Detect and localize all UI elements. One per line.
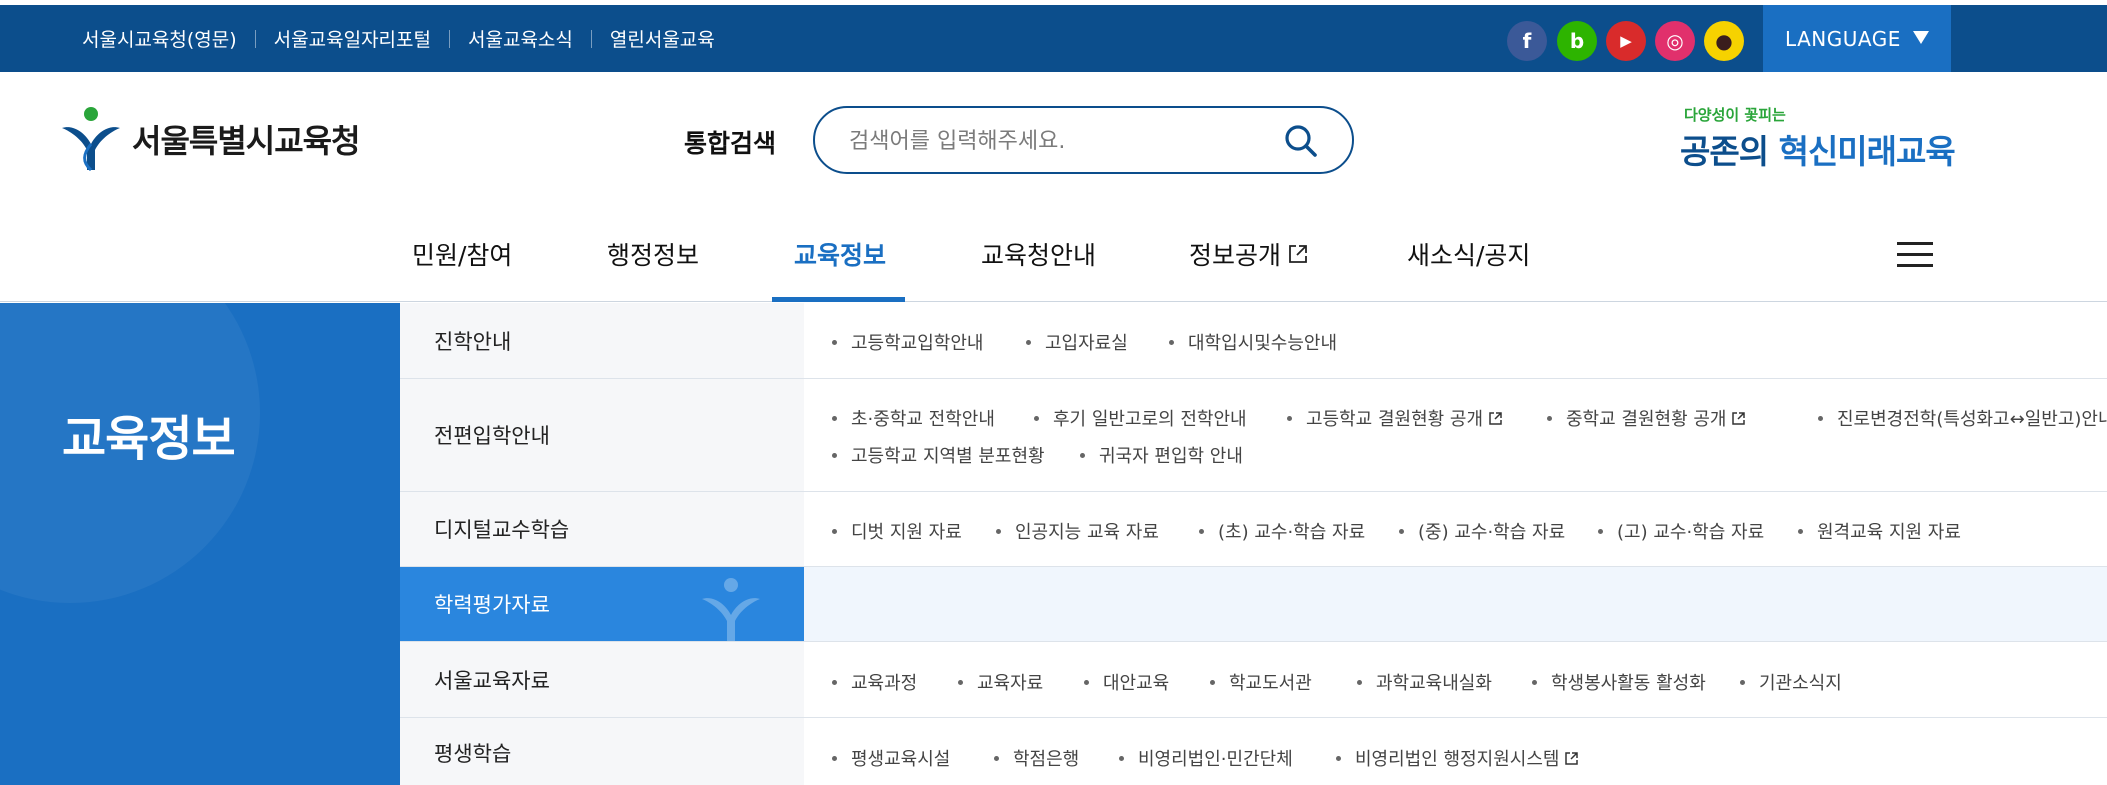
youtube-icon[interactable]: ▶ [1606, 21, 1646, 61]
submenu-link[interactable]: 비영리법인 행정지원시스템 [1336, 745, 1579, 771]
submenu-link[interactable]: 초·중학교 전학안내 [832, 405, 995, 431]
external-link-icon [1565, 751, 1579, 765]
submenu-link[interactable]: 비영리법인·민간단체 [1119, 745, 1293, 771]
divider [254, 29, 256, 48]
language-button[interactable]: LANGUAGE [1763, 5, 1951, 72]
submenu-links: 디벗 지원 자료 인공지능 교육 자료 (초) 교수·학습 자료 (중) 교수·… [804, 492, 2107, 566]
submenu-links [804, 567, 2107, 641]
section-side-panel: 교육정보 [0, 303, 400, 785]
submenu-row: 서울교육자료 교육과정 교육자료 대안교육 학교도서관 과학교육내실화 학생봉사… [400, 642, 2107, 718]
hamburger-menu-icon[interactable] [1897, 242, 1933, 270]
external-link-icon [1489, 411, 1502, 425]
logo-emblem-icon [62, 107, 120, 172]
submenu-link[interactable]: 진로변경전학(특성화고↔일반고)안내 [1818, 405, 2107, 431]
submenu-link[interactable]: 대학입시및수능안내 [1169, 329, 1337, 355]
submenu-links: 교육과정 교육자료 대안교육 학교도서관 과학교육내실화 학생봉사활동 활성화 … [804, 642, 2107, 717]
submenu-link[interactable]: 귀국자 편입학 안내 [1080, 442, 1243, 468]
external-link-icon [1732, 411, 1746, 425]
search-icon[interactable] [1284, 124, 1318, 158]
section-title: 교육정보 [62, 411, 236, 467]
active-tab-indicator [772, 297, 905, 302]
link-education-news[interactable]: 서울교육소식 [468, 25, 573, 52]
main-navigation: 민원/참여 행정정보 교육정보 교육청안내 정보공개 새소식/공지 [0, 210, 2107, 302]
nav-administration-info[interactable]: 행정정보 [607, 236, 699, 272]
external-link-icon [1289, 245, 1307, 263]
utility-links: 서울시교육청(영문) 서울교육일자리포털 서울교육소식 열린서울교육 [82, 5, 715, 72]
submenu-link[interactable]: 교육과정 [832, 669, 917, 695]
submenu-label[interactable]: 평생학습 [400, 718, 804, 785]
submenu-link[interactable]: 평생교육시설 [832, 745, 950, 771]
submenu-link[interactable]: 디벗 지원 자료 [832, 518, 962, 544]
slogan-main-text: 공존의 혁신미래교육 [1680, 132, 1956, 171]
nav-civil-participation[interactable]: 민원/참여 [412, 236, 512, 272]
submenu-row: 평생학습 평생교육시설 학점은행 비영리법인·민간단체 비영리법인 행정지원시스… [400, 718, 2107, 785]
search-input[interactable] [849, 124, 1269, 158]
submenu-links: 초·중학교 전학안내 후기 일반고로의 전학안내 고등학교 결원현황 공개 중학… [804, 379, 2107, 491]
submenu-link[interactable]: 학교도서관 [1210, 669, 1312, 695]
slogan-banner[interactable]: 다양성이 꽃피는 공존의 혁신미래교육 [1680, 104, 1956, 173]
blog-icon[interactable]: b [1557, 21, 1597, 61]
submenu-link[interactable]: 고입자료실 [1026, 329, 1128, 355]
triangle-down-icon [1913, 31, 1929, 44]
submenu-link[interactable]: 고등학교 지역별 분포현황 [832, 442, 1045, 468]
nav-information-disclosure[interactable]: 정보공개 [1189, 236, 1309, 272]
submenu-label[interactable]: 전편입학안내 [400, 379, 804, 491]
submenu-link[interactable]: (초) 교수·학습 자료 [1199, 518, 1365, 544]
submenu-label[interactable]: 디지털교수학습 [400, 492, 804, 566]
submenu-links: 평생교육시설 학점은행 비영리법인·민간단체 비영리법인 행정지원시스템 [804, 718, 2107, 785]
slogan-small-text: 다양성이 꽃피는 [1684, 106, 1786, 124]
facebook-icon[interactable]: f [1507, 21, 1547, 61]
search-box [813, 106, 1354, 174]
divider [590, 29, 592, 48]
site-logo[interactable]: 서울특별시교육청 [58, 104, 361, 174]
submenu-label[interactable]: 진학안내 [400, 303, 804, 378]
submenu-link[interactable]: 대안교육 [1084, 669, 1169, 695]
submenu-link[interactable]: (중) 교수·학습 자료 [1399, 518, 1565, 544]
submenu-link[interactable]: 과학교육내실화 [1357, 669, 1492, 695]
submenu-link[interactable]: 교육자료 [958, 669, 1043, 695]
kakao-icon[interactable]: ● [1704, 21, 1744, 61]
nav-office-guide[interactable]: 교육청안내 [981, 236, 1096, 272]
submenu-link[interactable]: 원격교육 지원 자료 [1798, 518, 1961, 544]
submenu-label[interactable]: 학력평가자료 [400, 567, 804, 641]
submenu-links: 고등학교입학안내 고입자료실 대학입시및수능안내 [804, 303, 2107, 378]
logo-watermark-icon [702, 578, 760, 641]
submenu-link[interactable]: 기관소식지 [1740, 669, 1842, 695]
link-open-seoul-education[interactable]: 열린서울교육 [610, 25, 715, 52]
submenu-row: 디지털교수학습 디벗 지원 자료 인공지능 교육 자료 (초) 교수·학습 자료… [400, 492, 2107, 567]
divider [449, 29, 450, 48]
submenu-link[interactable]: 학생봉사활동 활성화 [1532, 669, 1706, 695]
nav-news-notice[interactable]: 새소식/공지 [1407, 236, 1530, 272]
submenu-link[interactable]: 후기 일반고로의 전학안내 [1034, 405, 1247, 431]
submenu-row-active: 학력평가자료 [400, 567, 2107, 642]
submenu-row: 진학안내 고등학교입학안내 고입자료실 대학입시및수능안내 [400, 303, 2107, 379]
submenu-label[interactable]: 서울교육자료 [400, 642, 804, 717]
submenu-row: 전편입학안내 초·중학교 전학안내 후기 일반고로의 전학안내 고등학교 결원현… [400, 379, 2107, 492]
nav-education-info[interactable]: 교육정보 [794, 236, 886, 272]
submenu-link[interactable]: 중학교 결원현황 공개 [1547, 405, 1746, 431]
submenu-link[interactable]: 인공지능 교육 자료 [996, 518, 1159, 544]
top-utility-bar: 서울시교육청(영문) 서울교육일자리포털 서울교육소식 열린서울교육 f b ▶… [0, 5, 2107, 72]
logo-text: 서울특별시교육청 [132, 122, 361, 160]
instagram-icon[interactable]: ◎ [1655, 21, 1695, 61]
submenu-link[interactable]: 고등학교 결원현황 공개 [1287, 405, 1503, 431]
submenu-link[interactable]: 고등학교입학안내 [832, 329, 983, 355]
language-label: LANGUAGE [1785, 26, 1901, 51]
submenu-link[interactable]: 학점은행 [994, 745, 1079, 771]
search-label: 통합검색 [684, 129, 777, 158]
submenu-link[interactable]: (고) 교수·학습 자료 [1598, 518, 1764, 544]
link-job-portal[interactable]: 서울교육일자리포털 [274, 25, 431, 52]
link-english-site[interactable]: 서울시교육청(영문) [82, 25, 237, 52]
